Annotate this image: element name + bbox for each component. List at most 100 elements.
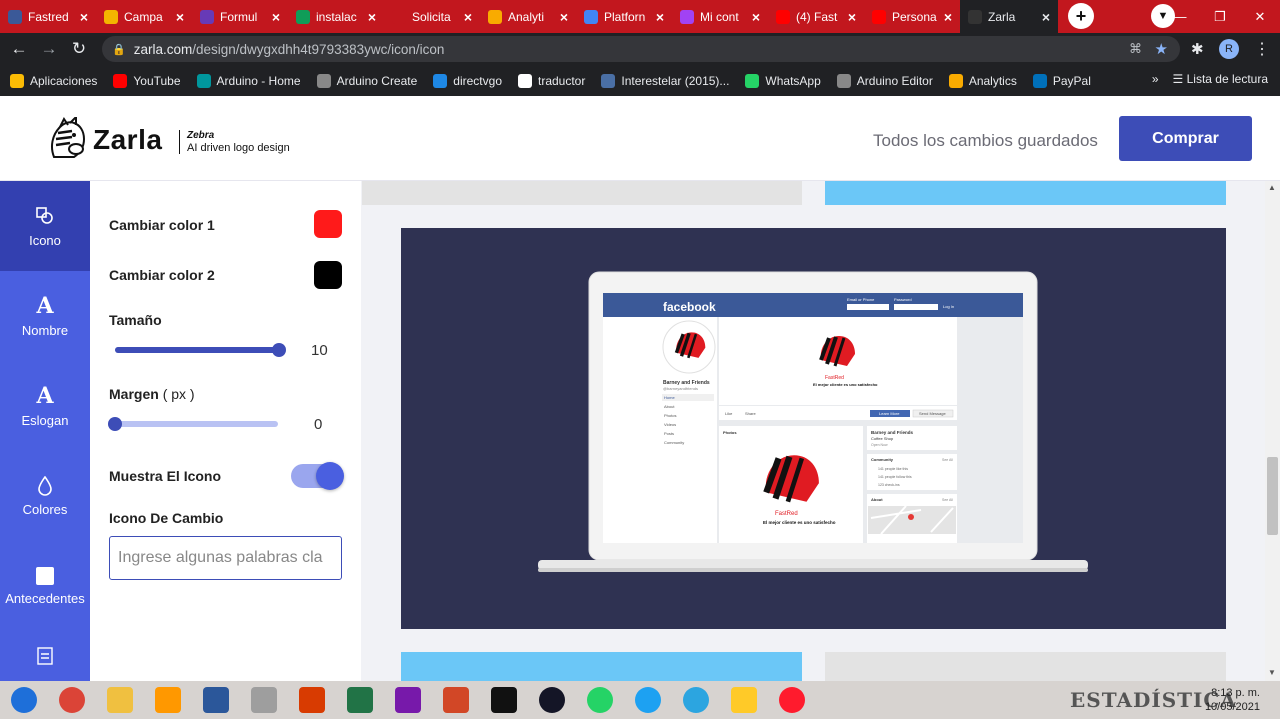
browser-tab[interactable]: Platforn × (576, 0, 672, 33)
preview-card-top-left[interactable] (362, 181, 802, 205)
reading-list[interactable]: ☰ Lista de lectura (1173, 72, 1268, 86)
taskbar-chrome-button[interactable] (48, 681, 96, 719)
browser-tab[interactable]: (4) Fast × (768, 0, 864, 33)
bookmark-item[interactable]: Analytics (948, 73, 1017, 88)
browser-tab[interactable]: Fastred × (0, 0, 96, 33)
minimize-icon[interactable]: — (1160, 9, 1200, 24)
size-slider[interactable] (115, 343, 286, 357)
taskbar-explorer-button[interactable] (96, 681, 144, 719)
browser-tab[interactable]: instalac × (288, 0, 384, 33)
taskbar-sublime-button[interactable] (144, 681, 192, 719)
scroll-down-icon[interactable]: ▼ (1268, 668, 1276, 677)
preview-card-bottom-left[interactable] (401, 652, 802, 681)
close-window-icon[interactable]: ✕ (1240, 9, 1280, 25)
color1-swatch[interactable] (314, 210, 342, 238)
nav-item-slogan[interactable]: A Eslogan (0, 361, 90, 451)
color2-swatch[interactable] (314, 261, 342, 289)
bookmark-item[interactable]: YouTube (113, 73, 181, 88)
nav-item-icon[interactable]: Icono (0, 181, 90, 271)
tab-close-icon[interactable]: × (848, 9, 856, 25)
bookmark-item[interactable]: traductor (518, 73, 585, 88)
browser-tab[interactable]: Campa × (96, 0, 192, 33)
bookmark-item[interactable]: Arduino Create (316, 73, 417, 88)
tab-close-icon[interactable]: × (176, 9, 184, 25)
chrome-icon (59, 687, 85, 713)
bookmark-favicon-icon (196, 73, 211, 88)
bookmark-item[interactable]: Arduino Editor (836, 73, 933, 88)
show-icon-toggle[interactable] (291, 462, 344, 490)
menu-icon[interactable]: ⋮ (1254, 39, 1270, 59)
nav-item-colors[interactable]: Colores (0, 451, 90, 541)
bookmark-item[interactable]: Arduino - Home (196, 73, 301, 88)
preview-card-facebook[interactable]: facebook Email or Phone Password Log In … (401, 228, 1226, 629)
maximize-icon[interactable]: ❐ (1200, 9, 1240, 25)
scrollbar-thumb[interactable] (1267, 457, 1278, 535)
extensions-icon[interactable]: ✱ (1191, 40, 1204, 58)
browser-tab[interactable]: Analyti × (480, 0, 576, 33)
preview-area: facebook Email or Phone Password Log In … (362, 181, 1265, 681)
more-bookmarks-icon[interactable]: » (1152, 72, 1159, 86)
back-icon[interactable]: ← (4, 39, 34, 59)
profile-avatar[interactable]: R (1219, 39, 1239, 59)
preview-card-bottom-right[interactable] (825, 652, 1226, 681)
taskbar-onenote-button[interactable] (384, 681, 432, 719)
tab-close-icon[interactable]: × (560, 9, 568, 25)
bookmark-item[interactable]: PayPal (1032, 73, 1091, 88)
tab-favicon-icon (776, 9, 790, 24)
browser-tab[interactable]: Mi cont × (672, 0, 768, 33)
taskbar-word-button[interactable] (192, 681, 240, 719)
translate-icon[interactable]: ⌘ (1129, 41, 1142, 57)
explorer-icon (107, 687, 133, 713)
size-slider-handle[interactable] (272, 343, 286, 357)
margin-label-text: Margen (109, 386, 159, 402)
tab-close-icon[interactable]: × (1042, 9, 1050, 25)
url-field[interactable]: 🔒 zarla.com /design/dwygxdhh4t9793383ywc… (102, 36, 1180, 62)
bookmark-item[interactable]: Aplicaciones (10, 73, 97, 88)
tab-favicon-icon (8, 9, 22, 24)
preview-card-top-right[interactable] (825, 181, 1226, 205)
bookmark-item[interactable]: Interestelar (2015)... (601, 73, 729, 88)
taskbar-twitter-button[interactable] (624, 681, 672, 719)
bookmark-item[interactable]: directvgo (433, 73, 502, 88)
taskbar-opera-button[interactable] (768, 681, 816, 719)
forward-icon[interactable]: → (34, 39, 64, 59)
tab-close-icon[interactable]: × (656, 9, 664, 25)
margin-slider[interactable] (108, 417, 278, 431)
scroll-up-icon[interactable]: ▲ (1268, 183, 1276, 192)
nav-item-more[interactable] (0, 631, 90, 681)
system-clock[interactable]: 8:13 p. m. 10/05/2021 (1205, 686, 1260, 714)
tab-close-icon[interactable]: × (368, 9, 376, 25)
browser-tab[interactable]: Formul × (192, 0, 288, 33)
tab-close-icon[interactable]: × (752, 9, 760, 25)
nav-item-background[interactable]: Antecedentes (0, 541, 90, 631)
star-icon[interactable]: ★ (1155, 40, 1168, 58)
taskbar-office-button[interactable] (288, 681, 336, 719)
tab-close-icon[interactable]: × (944, 9, 952, 25)
content-scrollbar[interactable]: ▲ ▼ (1265, 181, 1280, 681)
nav-item-name[interactable]: A Nombre (0, 271, 90, 361)
taskbar-media-button[interactable] (240, 681, 288, 719)
bookmark-item[interactable]: WhatsApp (745, 73, 821, 88)
tab-close-icon[interactable]: × (80, 9, 88, 25)
taskbar-excel-button[interactable] (336, 681, 384, 719)
new-tab-icon[interactable]: + (1068, 3, 1094, 29)
buy-button[interactable]: Comprar (1119, 116, 1252, 161)
reload-icon[interactable]: ↻ (64, 39, 94, 59)
browser-tab[interactable]: Solicita × (384, 0, 480, 33)
taskbar-start-button[interactable] (0, 681, 48, 719)
taskbar-telegram-button[interactable] (672, 681, 720, 719)
margin-slider-handle[interactable] (108, 417, 122, 431)
browser-tab[interactable]: Zarla × (960, 0, 1058, 33)
firebase-icon (731, 687, 757, 713)
brand-name[interactable]: Zarla (93, 124, 162, 156)
taskbar-speedtest-button[interactable] (528, 681, 576, 719)
taskbar-whatsapp-button[interactable] (576, 681, 624, 719)
taskbar-cmd-button[interactable] (480, 681, 528, 719)
tab-close-icon[interactable]: × (272, 9, 280, 25)
mockup-nav-item: Posts (664, 431, 674, 436)
taskbar-powerpoint-button[interactable] (432, 681, 480, 719)
tab-close-icon[interactable]: × (464, 9, 472, 25)
taskbar-firebase-button[interactable] (720, 681, 768, 719)
browser-tab[interactable]: Persona × (864, 0, 960, 33)
icon-search-input[interactable]: Ingrese algunas palabras cla (109, 536, 342, 580)
